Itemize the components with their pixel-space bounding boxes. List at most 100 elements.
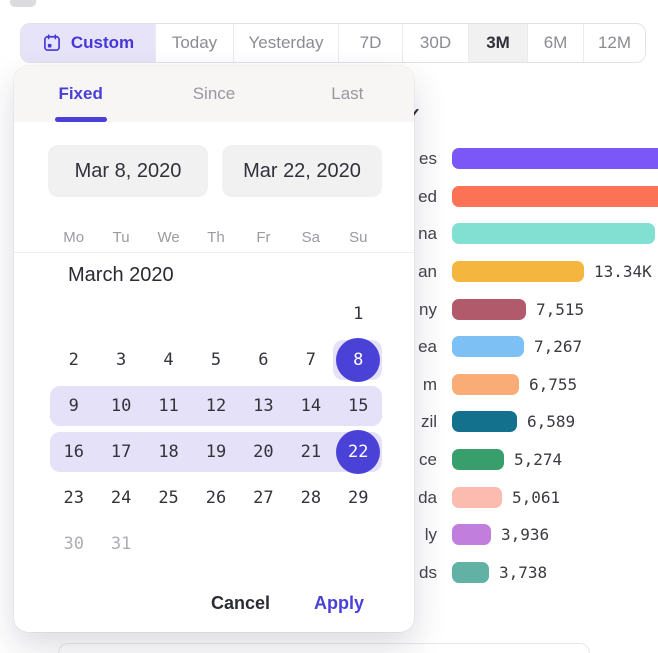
day-cell-26[interactable]: 26 — [192, 475, 239, 521]
preset-button-7d[interactable]: 7D — [339, 24, 403, 62]
chart-value-label: 7,267 — [534, 336, 582, 357]
weekday-label: Th — [192, 224, 239, 252]
day-cell-20[interactable]: 20 — [240, 429, 287, 475]
chart-bar[interactable] — [452, 186, 658, 207]
preset-button-yesterday[interactable]: Yesterday — [234, 24, 339, 62]
day-cell-30[interactable]: 30 — [50, 521, 97, 567]
day-cell-31[interactable]: 31 — [97, 521, 144, 567]
day-cell-16[interactable]: 16 — [50, 429, 97, 475]
weekday-label: Fr — [240, 224, 287, 252]
day-number: 1 — [353, 304, 363, 324]
day-cell-13[interactable]: 13 — [240, 383, 287, 429]
chart-bar[interactable] — [452, 411, 517, 432]
day-number: 14 — [301, 396, 321, 416]
day-number: 8 — [353, 350, 363, 370]
day-cell-15[interactable]: 15 — [335, 383, 382, 429]
chart-bar[interactable] — [452, 261, 584, 282]
day-number: 26 — [206, 488, 226, 508]
apply-button[interactable]: Apply — [314, 593, 364, 614]
day-cell-24[interactable]: 24 — [97, 475, 144, 521]
chart-value-label: 7,515 — [536, 299, 584, 320]
calendar-week-row: 3031 — [50, 521, 382, 567]
day-cell-17[interactable]: 17 — [97, 429, 144, 475]
chart-bar[interactable] — [452, 223, 655, 244]
day-cell-19[interactable]: 19 — [192, 429, 239, 475]
month-title: March 2020 — [68, 264, 174, 287]
day-cell-7[interactable]: 7 — [287, 337, 334, 383]
preset-button-today[interactable]: Today — [156, 24, 234, 62]
tab-since[interactable]: Since — [147, 66, 280, 122]
preset-label: Yesterday — [249, 33, 324, 53]
chart-bar[interactable] — [452, 336, 524, 357]
chart-category-label: ly — [425, 524, 437, 545]
day-cell-10[interactable]: 10 — [97, 383, 144, 429]
weekday-label: Su — [335, 224, 382, 252]
preset-label: 30D — [420, 33, 451, 53]
day-cell-4[interactable]: 4 — [145, 337, 192, 383]
day-cell-9[interactable]: 9 — [50, 383, 97, 429]
preset-button-3m[interactable]: 3M — [469, 24, 528, 62]
day-cell-18[interactable]: 18 — [145, 429, 192, 475]
chart-category-label: na — [418, 223, 437, 244]
day-cell-empty — [287, 291, 334, 337]
chart-category-label: ce — [419, 449, 437, 470]
day-number: 3 — [116, 350, 126, 370]
chart-bar[interactable] — [452, 148, 658, 169]
preset-button-12m[interactable]: 12M — [584, 24, 645, 62]
end-date-input[interactable]: Mar 22, 2020 — [222, 145, 382, 197]
preset-label: Today — [172, 33, 217, 53]
chart-bar[interactable] — [452, 524, 491, 545]
day-cell-14[interactable]: 14 — [287, 383, 334, 429]
day-cell-21[interactable]: 21 — [287, 429, 334, 475]
day-number: 10 — [111, 396, 131, 416]
day-cell-2[interactable]: 2 — [50, 337, 97, 383]
chart-category-label: zil — [421, 411, 437, 432]
day-cell-11[interactable]: 11 — [145, 383, 192, 429]
day-cell-27[interactable]: 27 — [240, 475, 287, 521]
chart-category-label: ny — [419, 299, 437, 320]
start-date-input[interactable]: Mar 8, 2020 — [48, 145, 208, 197]
day-cell-empty — [145, 291, 192, 337]
cancel-button[interactable]: Cancel — [211, 593, 270, 614]
chart-category-label: an — [418, 261, 437, 282]
chart-bar[interactable] — [452, 449, 504, 470]
day-cell-23[interactable]: 23 — [50, 475, 97, 521]
day-cell-6[interactable]: 6 — [240, 337, 287, 383]
day-number: 2 — [69, 350, 79, 370]
chart-category-label: da — [418, 487, 437, 508]
day-cell-12[interactable]: 12 — [192, 383, 239, 429]
chart-value-label: 5,274 — [514, 449, 562, 470]
popup-tabs-header: FixedSinceLast — [14, 66, 414, 122]
day-cell-3[interactable]: 3 — [97, 337, 144, 383]
day-cell-29[interactable]: 29 — [335, 475, 382, 521]
chart-category-label: ea — [418, 336, 437, 357]
date-inputs-row: Mar 8, 2020 Mar 22, 2020 — [48, 145, 382, 197]
chart-bar[interactable] — [452, 299, 526, 320]
chart-bar[interactable] — [452, 374, 519, 395]
chart-bar[interactable] — [452, 562, 489, 583]
day-number: 25 — [158, 488, 178, 508]
day-cell-empty — [97, 291, 144, 337]
preset-label: Custom — [71, 33, 134, 53]
day-cell-22[interactable]: 22 — [335, 429, 382, 475]
day-number: 16 — [63, 442, 83, 462]
preset-button-custom[interactable]: Custom — [21, 24, 156, 62]
day-number: 5 — [211, 350, 221, 370]
weekday-header-row: MoTuWeThFrSaSu — [50, 224, 382, 252]
preset-button-30d[interactable]: 30D — [403, 24, 469, 62]
chart-value-label: 13.34K — [594, 261, 652, 282]
preset-label: 3M — [486, 33, 510, 53]
preset-button-6m[interactable]: 6M — [528, 24, 584, 62]
day-cell-empty — [240, 291, 287, 337]
tab-last[interactable]: Last — [281, 66, 414, 122]
calendar-week-row: 2 345678 — [50, 337, 382, 383]
day-cell-28[interactable]: 28 — [287, 475, 334, 521]
chart-bar[interactable] — [452, 487, 502, 508]
day-cell-5[interactable]: 5 — [192, 337, 239, 383]
tab-fixed[interactable]: Fixed — [14, 66, 147, 122]
card-edge-below — [58, 643, 590, 653]
day-cell-25[interactable]: 25 — [145, 475, 192, 521]
day-cell-8[interactable]: 8 — [335, 337, 382, 383]
day-cell-1[interactable]: 1 — [335, 291, 382, 337]
day-number: 24 — [111, 488, 131, 508]
